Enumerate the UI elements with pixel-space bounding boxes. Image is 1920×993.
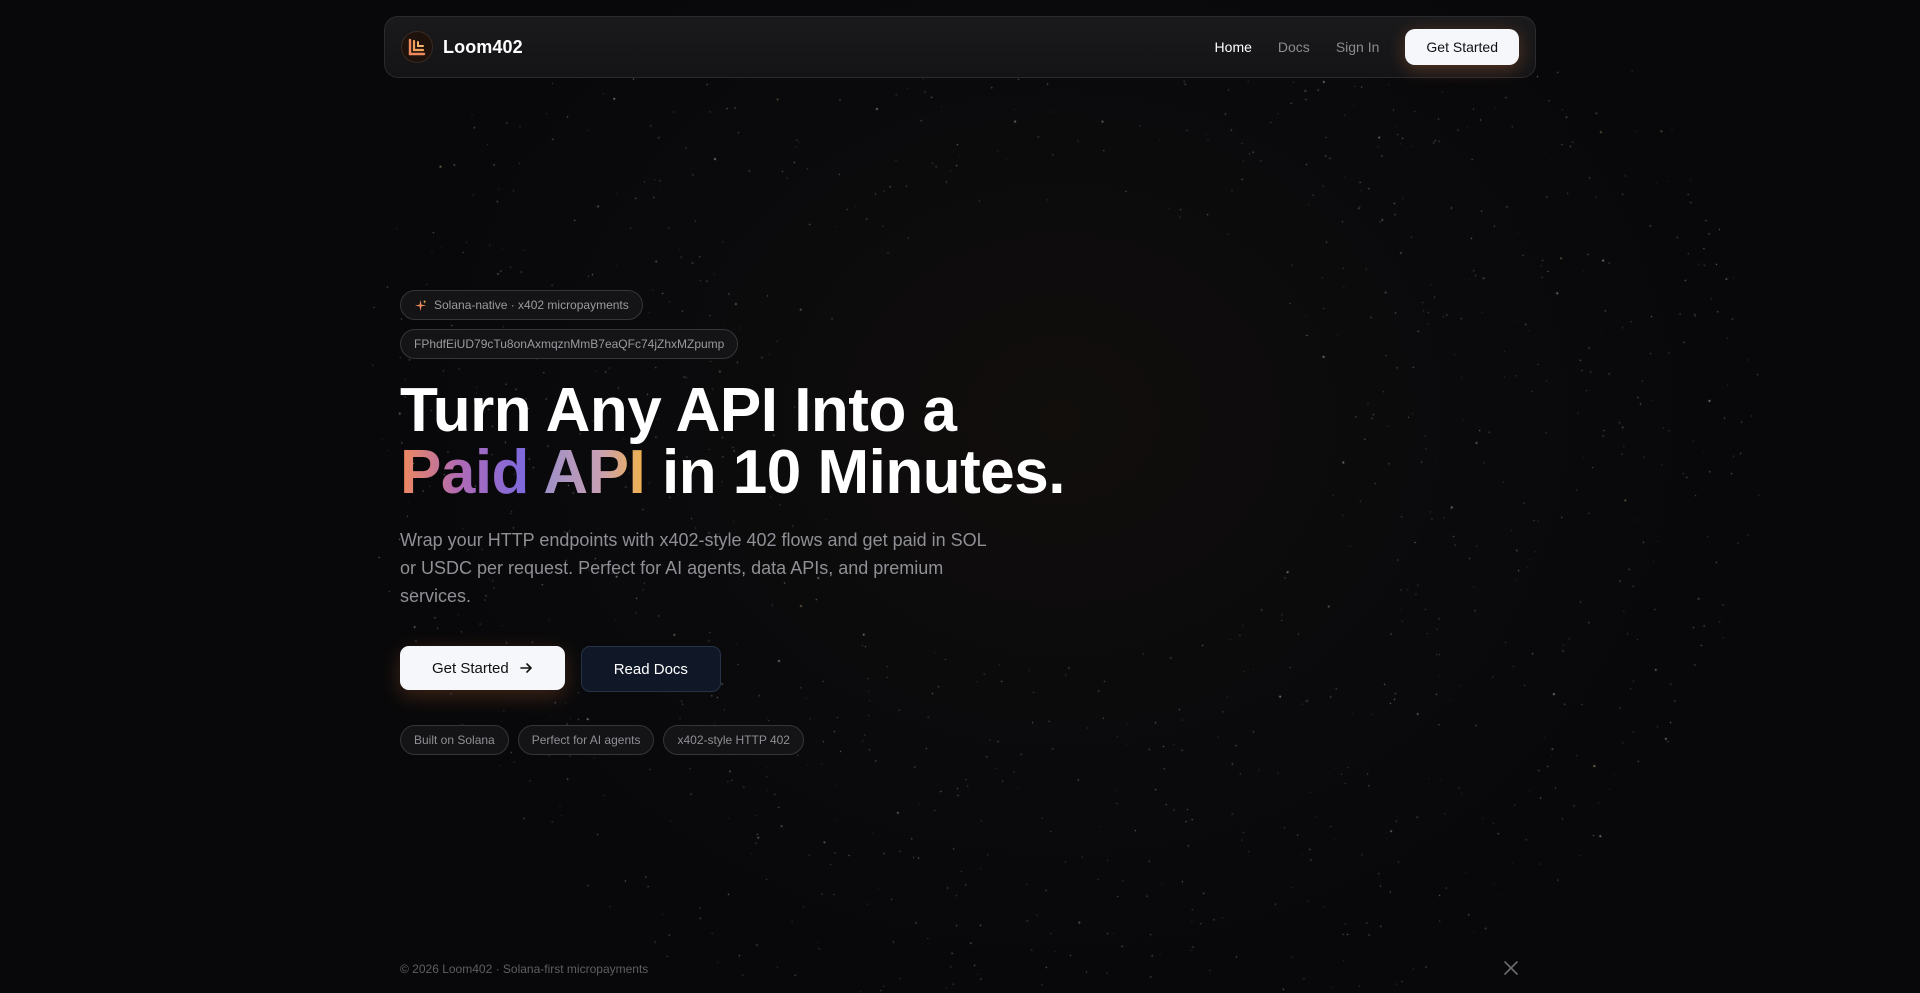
brand-name: Loom402 bbox=[443, 36, 523, 57]
get-started-button[interactable]: Get Started bbox=[400, 646, 565, 690]
hero-title-line1: Turn Any API Into a bbox=[400, 376, 957, 445]
nav-link-docs[interactable]: Docs bbox=[1278, 39, 1310, 55]
nav-get-started-button[interactable]: Get Started bbox=[1405, 29, 1519, 65]
footer-copyright: © 2026 Loom402 · Solana-first micropayme… bbox=[400, 962, 649, 976]
landing-page: Loom402 Home Docs Sign In Get Started So… bbox=[0, 0, 1920, 993]
get-started-label: Get Started bbox=[432, 659, 509, 677]
loom-logo-icon bbox=[401, 31, 433, 63]
hero-title-rest: in 10 Minutes. bbox=[661, 438, 1065, 507]
sparkle-icon bbox=[414, 299, 427, 311]
tag-ai-agents: Perfect for AI agents bbox=[517, 725, 655, 755]
hero-title: Turn Any API Into a Paid API in 10 Minut… bbox=[400, 380, 1100, 504]
tag-built-on-solana: Built on Solana bbox=[400, 725, 509, 755]
hero-title-gradient-api: API bbox=[543, 438, 646, 507]
top-navbar: Loom402 Home Docs Sign In Get Started bbox=[384, 16, 1536, 78]
hero-title-gradient-paid: Paid bbox=[400, 438, 529, 507]
token-address-badge[interactable]: FPhdfEiUD79cTu8onAxmqznMmB7eaQFc74jZhxMZ… bbox=[400, 329, 739, 359]
nav-link-home[interactable]: Home bbox=[1215, 39, 1252, 55]
hero-cta-group: Get Started Read Docs bbox=[400, 646, 1100, 692]
tag-x402-http: x402-style HTTP 402 bbox=[663, 725, 804, 755]
arrow-right-icon bbox=[519, 663, 532, 673]
solana-badge-text: Solana-native · x402 micropayments bbox=[434, 298, 629, 312]
hero-section: Solana-native · x402 micropayments FPhdf… bbox=[400, 290, 1100, 755]
read-docs-button[interactable]: Read Docs bbox=[580, 646, 721, 692]
nav-link-sign-in[interactable]: Sign In bbox=[1336, 39, 1380, 55]
solana-badge: Solana-native · x402 micropayments bbox=[400, 290, 643, 320]
x-logo-icon[interactable] bbox=[1502, 959, 1520, 977]
hero-subtitle: Wrap your HTTP endpoints with x402-style… bbox=[400, 530, 986, 606]
feature-tags: Built on Solana Perfect for AI agents x4… bbox=[400, 725, 1100, 755]
logo[interactable]: Loom402 bbox=[401, 31, 523, 63]
nav-links: Home Docs Sign In Get Started bbox=[1215, 29, 1519, 65]
